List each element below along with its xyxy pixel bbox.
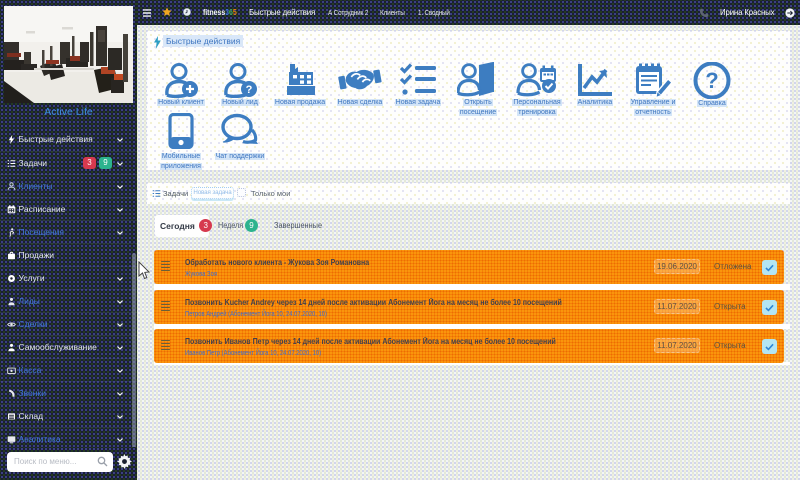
svg-text:?: ? — [705, 68, 718, 93]
svg-text:?: ? — [246, 84, 253, 96]
